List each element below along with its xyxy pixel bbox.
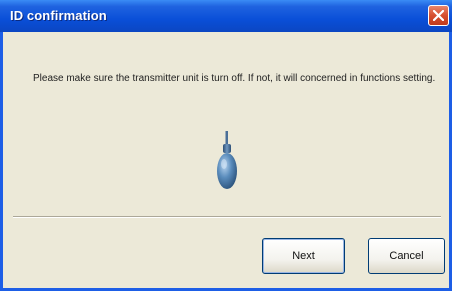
next-button[interactable]: Next	[262, 238, 345, 274]
button-divider	[13, 216, 441, 218]
confirmation-message: Please make sure the transmitter unit is…	[33, 73, 436, 84]
close-icon	[433, 10, 444, 21]
window-title: ID confirmation	[10, 8, 107, 23]
close-button[interactable]	[428, 5, 449, 26]
cancel-button[interactable]: Cancel	[368, 238, 445, 274]
title-bar[interactable]: ID confirmation	[0, 0, 452, 32]
transmitter-device-icon	[217, 131, 237, 189]
dialog-window: ID confirmation Please make sure the tra…	[0, 0, 452, 291]
